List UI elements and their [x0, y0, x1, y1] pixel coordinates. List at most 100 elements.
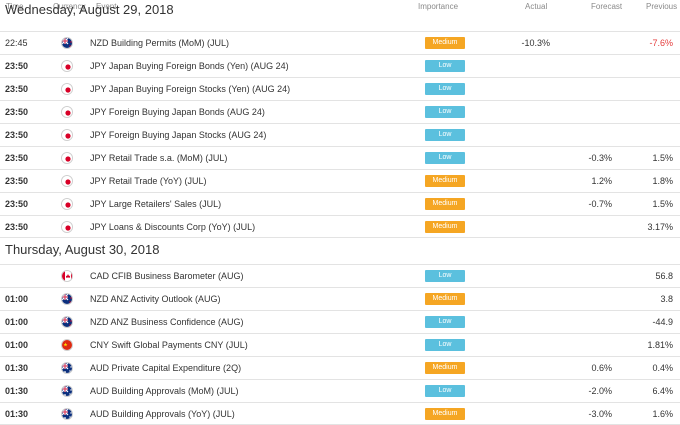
importance-badge: Medium [425, 221, 465, 233]
forecast-value: -3.0% [588, 409, 612, 419]
day-heading: Wednesday, August 29, 2018 [5, 2, 174, 17]
event-time: 23:50 [5, 153, 29, 163]
previous-value: 3.8 [660, 294, 673, 304]
previous-value: -7.6% [649, 38, 673, 48]
event-name[interactable]: JPY Japan Buying Foreign Bonds (Yen) (AU… [90, 61, 289, 72]
event-name[interactable]: NZD Building Permits (MoM) (JUL) [90, 38, 229, 49]
jp-flag-icon [61, 175, 73, 187]
event-name[interactable]: JPY Foreign Buying Japan Bonds (AUG 24) [90, 107, 265, 118]
nz-flag-icon [61, 316, 73, 328]
importance-badge: Low [425, 270, 465, 282]
au-flag-icon [61, 408, 73, 420]
jp-flag-icon [61, 83, 73, 95]
importance-badge: Medium [425, 37, 465, 49]
previous-value: 6.4% [652, 386, 673, 396]
previous-value: 1.6% [652, 409, 673, 419]
importance-badge: Low [425, 106, 465, 118]
previous-value: 1.81% [647, 340, 673, 350]
importance-badge: Medium [425, 293, 465, 305]
header-forecast: Forecast [591, 2, 623, 11]
event-name[interactable]: JPY Foreign Buying Japan Stocks (AUG 24) [90, 130, 266, 141]
previous-value: 1.5% [652, 199, 673, 209]
previous-value: 3.17% [647, 222, 673, 232]
event-name[interactable]: JPY Retail Trade s.a. (MoM) (JUL) [90, 153, 227, 164]
jp-flag-icon [61, 221, 73, 233]
event-time: 23:50 [5, 61, 29, 71]
table-row[interactable]: 01:30 AUD Building Approvals (MoM) (JUL) L… [0, 379, 680, 402]
table-row[interactable]: 23:50 JPY Foreign Buying Japan Bonds (AUG… [0, 100, 680, 123]
importance-badge: Medium [425, 362, 465, 374]
header-actual: Actual [525, 2, 548, 11]
event-time: 01:00 [5, 317, 29, 327]
forecast-value: -2.0% [588, 386, 612, 396]
importance-badge: Low [425, 385, 465, 397]
event-time: 23:50 [5, 84, 29, 94]
table-row[interactable]: 23:50 JPY Retail Trade s.a. (MoM) (JUL) Lo… [0, 146, 680, 169]
event-time: 23:50 [5, 199, 29, 209]
event-time: 01:30 [5, 363, 29, 373]
event-name[interactable]: NZD ANZ Business Confidence (AUG) [90, 317, 244, 328]
event-name[interactable]: AUD Building Approvals (YoY) (JUL) [90, 409, 235, 420]
table-row[interactable]: 01:00 NZD ANZ Business Confidence (AUG) Lo… [0, 310, 680, 333]
event-time: 01:30 [5, 409, 29, 419]
header-importance: Importance [418, 2, 459, 11]
table-row[interactable]: 01:00 CNY Swift Global Payments CNY (JUL)… [0, 333, 680, 356]
event-time: 22:45 [5, 38, 28, 48]
event-name[interactable]: JPY Retail Trade (YoY) (JUL) [90, 176, 207, 187]
previous-value: -44.9 [652, 317, 673, 327]
ca-flag-icon [61, 270, 73, 282]
table-row[interactable]: 01:00 NZD ANZ Activity Outlook (AUG) Mediu… [0, 287, 680, 310]
event-name[interactable]: JPY Japan Buying Foreign Stocks (Yen) (A… [90, 84, 290, 95]
table-row[interactable]: CAD CFIB Business Barometer (AUG) Low 56.8 [0, 264, 680, 287]
table-row[interactable]: 01:30 AUD Private Capital Expenditure (2Q… [0, 356, 680, 379]
forecast-value: 0.6% [591, 363, 612, 373]
au-flag-icon [61, 385, 73, 397]
table-row[interactable]: 23:50 JPY Large Retailers' Sales (JUL) Med… [0, 192, 680, 215]
importance-badge: Medium [425, 198, 465, 210]
event-time: 01:00 [5, 340, 29, 350]
importance-badge: Low [425, 152, 465, 164]
forecast-value: -0.3% [588, 153, 612, 163]
table-row[interactable]: 23:50 JPY Foreign Buying Japan Stocks (AU… [0, 123, 680, 146]
nz-flag-icon [61, 293, 73, 305]
event-name[interactable]: NZD ANZ Activity Outlook (AUG) [90, 294, 221, 305]
previous-value: 0.4% [652, 363, 673, 373]
event-time: 23:50 [5, 222, 29, 232]
event-time: 23:50 [5, 130, 29, 140]
table-row[interactable]: 22:45 NZD Building Permits (MoM) (JUL) Med… [0, 31, 680, 54]
event-name[interactable]: CNY Swift Global Payments CNY (JUL) [90, 340, 248, 351]
event-time: 23:50 [5, 107, 29, 117]
table-row[interactable]: 23:50 JPY Japan Buying Foreign Bonds (Yen… [0, 54, 680, 77]
table-row[interactable]: 23:50 JPY Japan Buying Foreign Stocks (Ye… [0, 77, 680, 100]
previous-value: 1.8% [652, 176, 673, 186]
jp-flag-icon [61, 106, 73, 118]
cn-flag-icon [61, 339, 73, 351]
header-previous: Previous [646, 2, 678, 11]
event-name[interactable]: JPY Loans & Discounts Corp (YoY) (JUL) [90, 222, 255, 233]
importance-badge: Low [425, 60, 465, 72]
table-row[interactable]: 23:50 JPY Loans & Discounts Corp (YoY) (J… [0, 215, 680, 238]
previous-value: 56.8 [655, 271, 673, 281]
jp-flag-icon [61, 129, 73, 141]
event-name[interactable]: CAD CFIB Business Barometer (AUG) [90, 271, 244, 282]
event-time: 01:30 [5, 386, 29, 396]
jp-flag-icon [61, 198, 73, 210]
day-heading: Thursday, August 30, 2018 [5, 242, 160, 257]
importance-badge: Low [425, 339, 465, 351]
nz-flag-icon [61, 37, 73, 49]
importance-badge: Medium [425, 408, 465, 420]
forecast-value: -0.7% [588, 199, 612, 209]
importance-badge: Low [425, 316, 465, 328]
jp-flag-icon [61, 60, 73, 72]
event-time: 01:00 [5, 294, 29, 304]
event-name[interactable]: JPY Large Retailers' Sales (JUL) [90, 199, 221, 210]
table-row[interactable]: 23:50 JPY Retail Trade (YoY) (JUL) Medium 1… [0, 169, 680, 192]
forecast-value: 1.2% [591, 176, 612, 186]
event-time: 23:50 [5, 176, 29, 186]
actual-value: -10.3% [521, 38, 550, 48]
previous-value: 1.5% [652, 153, 673, 163]
importance-badge: Low [425, 129, 465, 141]
event-name[interactable]: AUD Building Approvals (MoM) (JUL) [90, 386, 239, 397]
event-name[interactable]: AUD Private Capital Expenditure (2Q) [90, 363, 241, 374]
jp-flag-icon [61, 152, 73, 164]
